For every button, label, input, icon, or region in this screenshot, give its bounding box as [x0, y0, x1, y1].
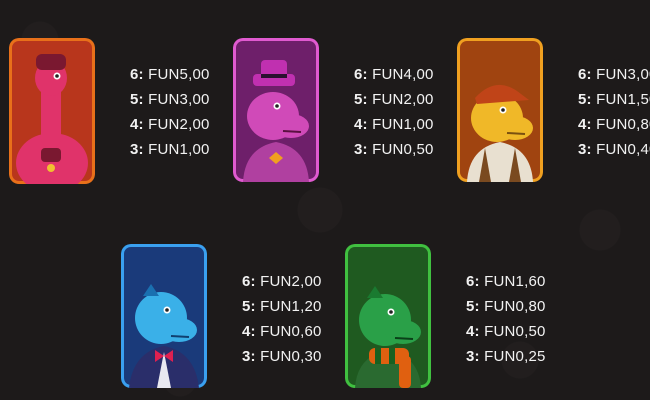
payout-row: 6: FUN2,00 — [242, 273, 322, 290]
payout-row: 4: FUN0,60 — [242, 323, 322, 340]
payout-row: 6: FUN5,00 — [130, 66, 210, 83]
payout-row: 5: FUN3,00 — [130, 91, 210, 108]
blue-dinosaur-bowtie-icon — [121, 244, 207, 388]
yellow-dinosaur-cap-icon — [457, 38, 543, 182]
payout-list-green-dinosaur: 6: FUN1,60 5: FUN0,80 4: FUN0,50 3: FUN0… — [466, 269, 546, 369]
symbol-card-green-dinosaur — [345, 244, 431, 388]
payout-list-pink-dinosaur: 6: FUN5,00 5: FUN3,00 4: FUN2,00 3: FUN1… — [130, 62, 210, 162]
payout-row: 4: FUN2,00 — [130, 116, 210, 133]
payout-row: 6: FUN1,60 — [466, 273, 546, 290]
payout-row: 5: FUN1,50 — [578, 91, 650, 108]
payout-row: 5: FUN2,00 — [354, 91, 434, 108]
symbol-card-yellow-dinosaur — [457, 38, 543, 182]
payout-row: 5: FUN0,80 — [466, 298, 546, 315]
payout-row: 6: FUN4,00 — [354, 66, 434, 83]
payout-row: 4: FUN0,80 — [578, 116, 650, 133]
green-dinosaur-scarf-icon — [345, 244, 431, 388]
payout-row: 4: FUN0,50 — [466, 323, 546, 340]
payout-row: 6: FUN3,00 — [578, 66, 650, 83]
pink-dinosaur-icon — [9, 38, 95, 184]
payout-row: 3: FUN0,30 — [242, 348, 322, 365]
payout-list-blue-dinosaur: 6: FUN2,00 5: FUN1,20 4: FUN0,60 3: FUN0… — [242, 269, 322, 369]
payout-row: 5: FUN1,20 — [242, 298, 322, 315]
symbol-card-pink-dinosaur — [9, 38, 95, 184]
payout-row: 3: FUN1,00 — [130, 141, 210, 158]
magenta-dinosaur-hat-icon — [233, 38, 319, 182]
payout-row: 3: FUN0,50 — [354, 141, 434, 158]
payout-row: 4: FUN1,00 — [354, 116, 434, 133]
symbol-card-magenta-dinosaur — [233, 38, 319, 182]
payout-list-magenta-dinosaur: 6: FUN4,00 5: FUN2,00 4: FUN1,00 3: FUN0… — [354, 62, 434, 162]
payout-row: 3: FUN0,40 — [578, 141, 650, 158]
payout-list-yellow-dinosaur: 6: FUN3,00 5: FUN1,50 4: FUN0,80 3: FUN0… — [578, 62, 650, 162]
payout-row: 3: FUN0,25 — [466, 348, 546, 365]
symbol-card-blue-dinosaur — [121, 244, 207, 388]
background-pattern — [0, 0, 650, 400]
